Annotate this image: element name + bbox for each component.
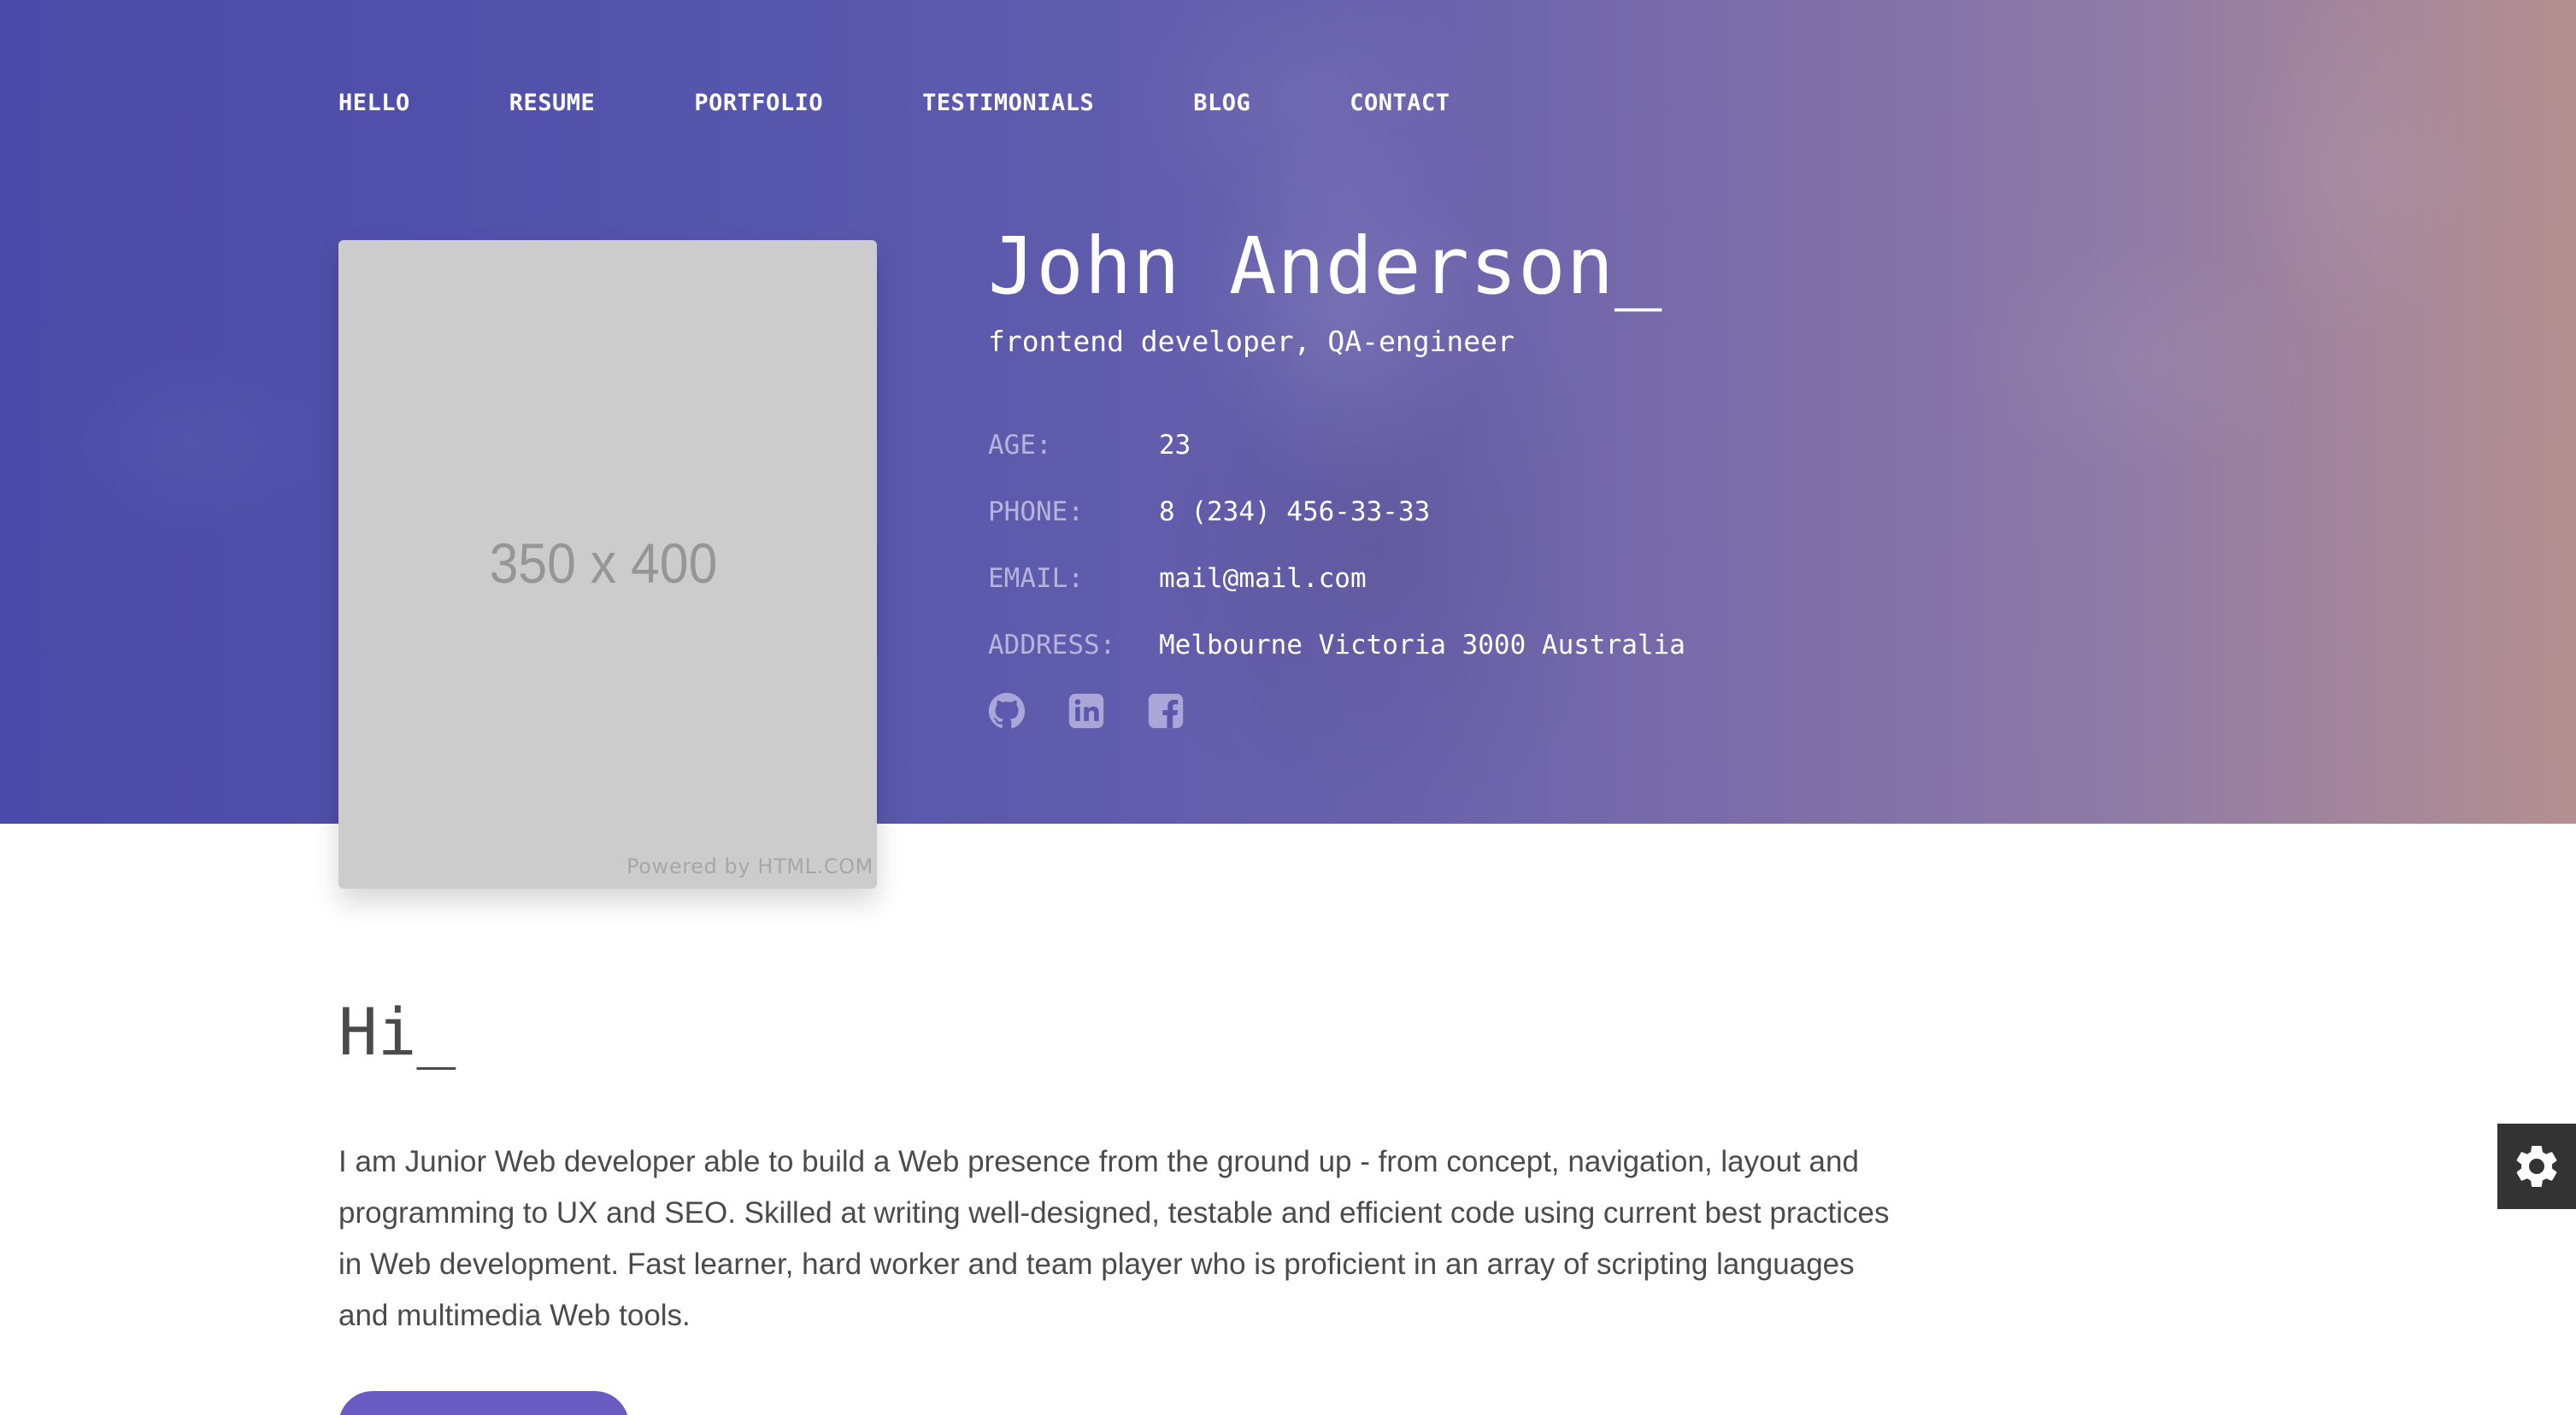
info-value-phone: 8 (234) 456-33-33 [1159,496,1431,527]
profile-photo-placeholder: 350 x 400 Powered by HTML.COM [338,240,877,889]
nav-item-blog[interactable]: BLOG [1193,90,1250,116]
info-row-phone: PHONE: 8 (234) 456-33-33 [988,479,2270,545]
info-value-address: Melbourne Victoria 3000 Australia [1159,630,1685,661]
github-icon [988,692,1026,729]
gear-icon [2516,1145,2557,1187]
nav-item-hello[interactable]: HELLO [338,90,410,116]
photo-credit: Powered by HTML.COM [626,854,873,878]
info-row-address: ADDRESS: Melbourne Victoria 3000 Austral… [988,612,2270,678]
profile-identity: John Anderson_ frontend developer, QA-en… [988,215,2270,730]
nav-item-portfolio[interactable]: PORTFOLIO [694,90,823,116]
about-text: I am Junior Web developer able to build … [338,1145,1890,1332]
info-row-email: EMAIL: mail@mail.com [988,545,2270,612]
about-heading: Hi_ [338,994,456,1070]
facebook-icon [1148,693,1184,729]
info-value-email: mail@mail.com [1159,563,1367,594]
info-label: PHONE: [988,496,1084,527]
nav-item-resume[interactable]: RESUME [509,90,596,116]
info-label: ADDRESS: [988,630,1116,661]
linkedin-icon [1068,693,1104,729]
info-label: AGE: [988,430,1052,461]
profile-info-list: AGE: 23 PHONE: 8 (234) 456-33-33 EMAIL: … [988,412,2270,678]
nav-item-contact[interactable]: CONTACT [1350,90,1450,116]
profile-name: John Anderson_ [988,220,1663,312]
facebook-link[interactable] [1147,692,1185,730]
photo-size-label: 350 x 400 [489,531,718,595]
download-resume-button[interactable] [338,1391,629,1415]
nav-item-testimonials[interactable]: TESTIMONIALS [922,90,1094,116]
settings-button[interactable] [2497,1124,2576,1209]
info-row-age: AGE: 23 [988,412,2270,479]
main-nav: HELLO RESUME PORTFOLIO TESTIMONIALS BLOG… [338,85,1550,120]
github-link[interactable] [988,692,1026,730]
page: HELLO RESUME PORTFOLIO TESTIMONIALS BLOG… [0,0,2576,1415]
profile-role: frontend developer, QA-engineer [988,325,1514,358]
linkedin-link[interactable] [1067,692,1105,730]
info-value-age: 23 [1159,430,1191,461]
social-links [988,692,2270,730]
info-label: EMAIL: [988,563,1084,594]
